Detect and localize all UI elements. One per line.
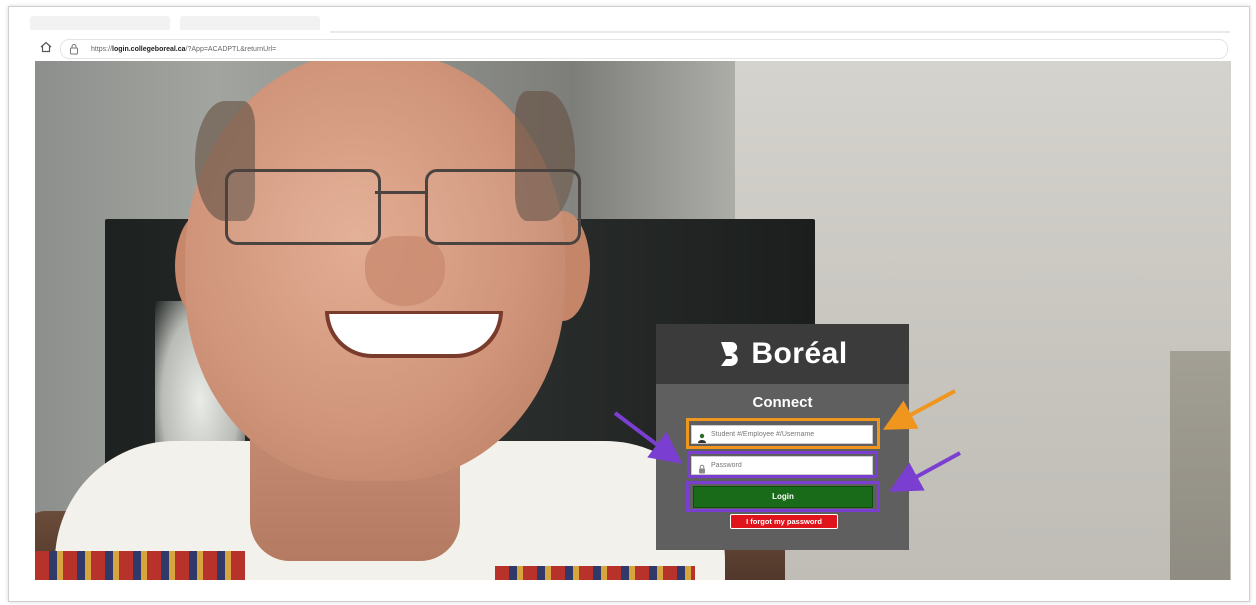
hero-photo	[35, 61, 1231, 580]
forgot-password-link[interactable]: I forgot my password	[730, 514, 838, 529]
url-prefix: https://	[91, 45, 113, 53]
glasses-lens	[225, 169, 381, 245]
shirt-pattern	[495, 566, 695, 580]
password-field[interactable]	[691, 456, 873, 475]
lock-icon	[697, 461, 707, 473]
shirt-pattern	[35, 551, 245, 580]
username-input[interactable]	[711, 427, 861, 442]
browser-tab[interactable]	[30, 16, 170, 30]
person-smile	[325, 311, 503, 358]
brand-name: Boréal	[751, 337, 848, 370]
password-input[interactable]	[711, 458, 861, 473]
address-bar[interactable]: https://login.collegeboreal.ca/?App=ACAD…	[60, 39, 1228, 59]
background-shelf	[1170, 351, 1230, 580]
user-icon	[697, 430, 707, 443]
address-bar-row: https://login.collegeboreal.ca/?App=ACAD…	[30, 38, 1230, 60]
glasses-bridge	[375, 191, 425, 194]
browser-tab-strip	[30, 14, 1230, 34]
brand-header: Boréal	[656, 324, 909, 384]
boreal-logo-icon	[717, 339, 743, 369]
login-button[interactable]: Login	[693, 486, 873, 508]
glasses-lens	[425, 169, 581, 245]
url-host: login.collegeboreal.ca	[112, 45, 186, 53]
tab-divider	[330, 31, 1230, 33]
lock-icon[interactable]	[69, 42, 83, 56]
url-text[interactable]: https://login.collegeboreal.ca/?App=ACAD…	[91, 46, 276, 53]
url-path: /?App=ACADPTL&returnUrl=	[185, 45, 277, 53]
login-title: Connect	[752, 394, 813, 411]
home-icon[interactable]	[38, 41, 54, 57]
login-panel: Boréal Connect Login I forgot my passwor…	[656, 324, 909, 550]
browser-tab[interactable]	[180, 16, 320, 30]
person-glasses	[215, 169, 581, 249]
username-field[interactable]	[691, 425, 873, 444]
